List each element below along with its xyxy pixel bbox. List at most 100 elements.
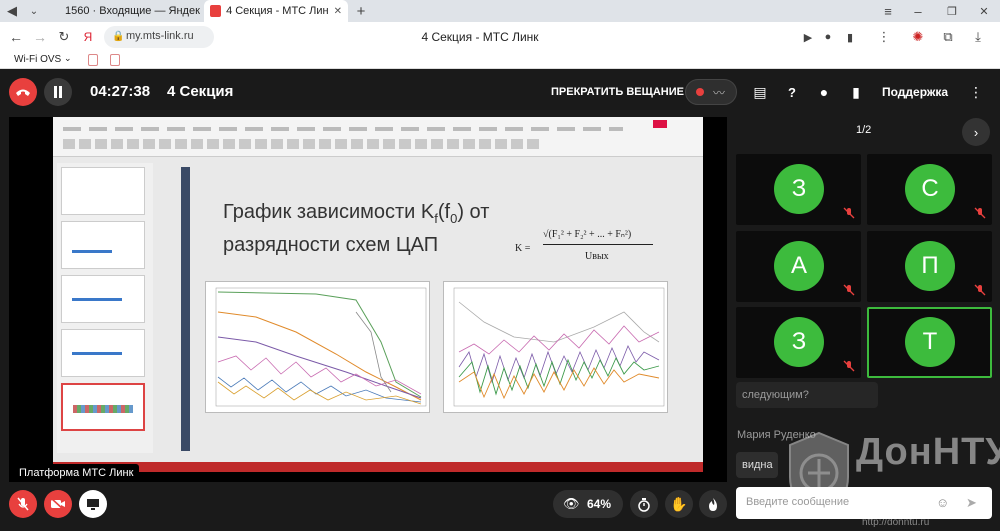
participants-icon[interactable]: ● bbox=[815, 83, 833, 101]
flame-icon bbox=[709, 497, 717, 511]
bookmark-icon[interactable] bbox=[110, 54, 120, 66]
next-page-button[interactable]: › bbox=[962, 118, 990, 146]
address-bar-row: ← → ↻ Я 🔒 my.mts-link.ru 4 Секция - МТС … bbox=[0, 22, 1000, 52]
slide-thumbnail[interactable] bbox=[61, 329, 145, 377]
menu-icon[interactable]: ≡ bbox=[880, 3, 896, 19]
bottom-controls: 👁 64% ✋ Введите сообщение ☺ ➤ bbox=[0, 482, 1000, 531]
chevron-right-icon: › bbox=[973, 124, 979, 140]
camera-icon[interactable]: ▶ bbox=[800, 29, 816, 45]
participant-tile[interactable]: З bbox=[736, 307, 861, 378]
pause-button[interactable] bbox=[44, 78, 72, 106]
slide-thumbnail[interactable] bbox=[61, 221, 145, 269]
collections-icon[interactable]: ⧉ bbox=[940, 29, 956, 45]
mic-off-icon bbox=[974, 284, 986, 296]
views-counter[interactable]: 👁 64% bbox=[553, 490, 623, 518]
support-link[interactable]: Поддержка bbox=[882, 85, 948, 99]
hang-up-button[interactable] bbox=[9, 78, 37, 106]
monitor-icon bbox=[87, 499, 99, 510]
chevron-down-icon[interactable]: ⌄ bbox=[64, 53, 72, 64]
bookmark-icon[interactable] bbox=[88, 54, 98, 66]
chevron-down-icon[interactable]: ⌄ bbox=[26, 3, 42, 19]
window-close-icon[interactable]: ✕ bbox=[976, 3, 992, 19]
emoji-icon[interactable]: ☺ bbox=[936, 495, 949, 510]
chat-message-text: видна bbox=[742, 459, 773, 471]
participant-tile[interactable]: А bbox=[736, 231, 861, 302]
url-text: my.mts-link.ru bbox=[126, 30, 194, 42]
participant-tile[interactable]: З bbox=[736, 154, 861, 225]
tab-mail[interactable]: 1560 · Входящие — Яндек bbox=[54, 0, 200, 22]
participant-tile[interactable]: С bbox=[867, 154, 992, 225]
participant-avatar: З bbox=[774, 164, 824, 214]
extension-icon[interactable]: ✺ bbox=[910, 29, 926, 45]
bookmarks-bar: Wi-Fi OVS ⌄ bbox=[0, 52, 1000, 69]
page-title: 4 Секция - МТС Линк bbox=[421, 30, 539, 44]
presentation-stage: График зависимости Kf(f0) от разрядности… bbox=[9, 117, 727, 482]
download-icon[interactable]: ⤓ bbox=[970, 29, 986, 45]
reload-icon[interactable]: ↻ bbox=[56, 29, 72, 45]
ppt-ribbon bbox=[53, 117, 703, 157]
plot-image-right bbox=[443, 281, 668, 413]
slide-thumbnail[interactable] bbox=[61, 167, 145, 215]
screen-share-button[interactable] bbox=[79, 490, 107, 518]
mic-toggle-button[interactable] bbox=[9, 490, 37, 518]
question-icon[interactable]: ? bbox=[783, 83, 801, 101]
participant-tile-active[interactable]: Т bbox=[867, 307, 992, 378]
chat-placeholder: Введите сообщение bbox=[746, 496, 850, 508]
speaker-icon[interactable]: ◀ bbox=[4, 3, 20, 19]
shared-screen: График зависимости Kf(f0) от разрядности… bbox=[53, 117, 703, 462]
participant-tile[interactable]: П bbox=[867, 231, 992, 302]
timer-button[interactable] bbox=[630, 490, 658, 518]
slide-thumbnails bbox=[57, 163, 153, 453]
lock-icon: 🔒 bbox=[112, 31, 125, 42]
bookmark-wifi[interactable]: Wi-Fi OVS bbox=[14, 54, 61, 65]
yandex-icon[interactable]: Я bbox=[80, 29, 96, 45]
maximize-icon[interactable]: ❐ bbox=[944, 3, 960, 19]
hand-icon: ✋ bbox=[670, 495, 688, 512]
mic-off-icon bbox=[843, 207, 855, 219]
close-icon[interactable]: ✕ bbox=[334, 6, 342, 17]
microphone-icon[interactable]: ● bbox=[820, 29, 836, 45]
bookmark-icon[interactable]: ▮ bbox=[842, 29, 858, 45]
session-timer: 04:27:38 bbox=[90, 83, 151, 100]
new-tab-icon[interactable]: + bbox=[352, 2, 370, 20]
eye-icon: 👁 bbox=[563, 496, 580, 511]
slide-thumbnail-selected[interactable] bbox=[61, 383, 145, 431]
chat-icon[interactable]: ▤ bbox=[751, 83, 769, 101]
mic-off-icon bbox=[843, 284, 855, 296]
record-toggle[interactable]: 〰 bbox=[685, 79, 737, 105]
record-icon bbox=[696, 88, 704, 96]
mts-link-app: 04:27:38 4 Секция ПРЕКРАТИТЬ ВЕЩАНИЕ 〰 ▤… bbox=[0, 69, 1000, 531]
chat-message-text: следующим? bbox=[742, 389, 809, 401]
watermark-text: ДонНТУ bbox=[856, 431, 1000, 473]
mic-off-icon bbox=[17, 497, 29, 511]
views-percent: 64% bbox=[587, 497, 612, 511]
raise-hand-button[interactable]: ✋ bbox=[665, 490, 693, 518]
slide-title-line2: разрядности схем ЦАП bbox=[223, 234, 439, 256]
chat-message: следующим? bbox=[736, 382, 878, 408]
chat-input[interactable]: Введите сообщение ☺ ➤ bbox=[736, 487, 992, 519]
pause-icon bbox=[54, 86, 62, 98]
participant-avatar: З bbox=[774, 317, 824, 367]
tab-active[interactable]: 4 Секция - МТС Лин ✕ bbox=[204, 0, 348, 22]
minimize-icon[interactable]: – bbox=[910, 3, 926, 19]
more-icon[interactable]: ⋮ bbox=[876, 29, 892, 45]
mic-off-icon bbox=[974, 207, 986, 219]
back-icon[interactable]: ← bbox=[8, 29, 24, 45]
platform-label: Платформа МТС Линк bbox=[13, 464, 140, 482]
send-icon[interactable]: ➤ bbox=[966, 495, 977, 511]
slide-thumbnail[interactable] bbox=[61, 275, 145, 323]
tab-label: 4 Секция - МТС Лин bbox=[226, 5, 329, 17]
reactions-button[interactable] bbox=[699, 490, 727, 518]
slide-title-line1: График зависимости K bbox=[223, 201, 435, 223]
more-vertical-icon[interactable]: ⋮ bbox=[968, 83, 984, 101]
document-icon[interactable]: ▮ bbox=[847, 83, 865, 101]
slide-left-bar bbox=[181, 167, 190, 451]
camera-toggle-button[interactable] bbox=[44, 490, 72, 518]
mic-off-icon bbox=[843, 360, 855, 372]
stop-broadcast-button[interactable]: ПРЕКРАТИТЬ ВЕЩАНИЕ bbox=[551, 86, 684, 98]
url-field[interactable]: 🔒 my.mts-link.ru bbox=[104, 26, 214, 48]
audio-wave-icon: 〰 bbox=[713, 86, 726, 100]
browser-tab-bar: ◀ ⌄ 1560 · Входящие — Яндек 4 Секция - М… bbox=[0, 0, 1000, 22]
plot-image-left bbox=[205, 281, 430, 413]
forward-icon[interactable]: → bbox=[32, 29, 48, 45]
